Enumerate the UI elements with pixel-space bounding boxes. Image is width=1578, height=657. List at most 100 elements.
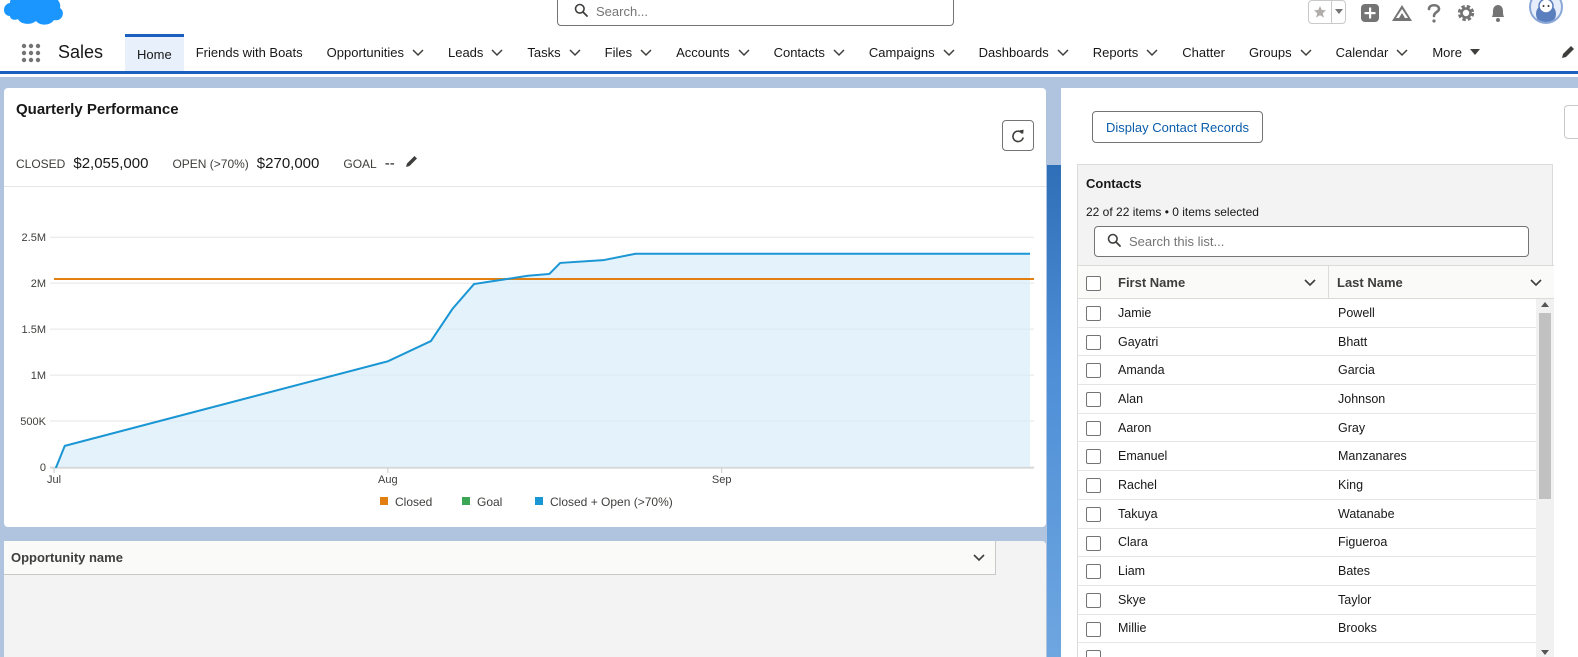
last-name-cell: Watanabe (1338, 506, 1395, 521)
opportunity-name-header[interactable]: Opportunity name (4, 541, 996, 575)
table-row[interactable] (1078, 643, 1536, 657)
table-row[interactable]: Skye Taylor (1078, 586, 1536, 615)
global-header: Search... (0, 0, 1578, 30)
favorites-group (1308, 0, 1346, 24)
table-row[interactable]: Emanuel Manzanares (1078, 442, 1536, 472)
scroll-down-arrow[interactable] (1541, 650, 1549, 655)
nav-tab-campaigns[interactable]: Campaigns (857, 34, 967, 71)
y-tick-label: 2M (31, 278, 46, 290)
table-row[interactable]: Jamie Powell (1078, 299, 1536, 328)
divider (4, 186, 1046, 187)
row-checkbox[interactable] (1086, 334, 1101, 350)
chevron-down-icon[interactable] (1530, 275, 1542, 290)
table-row[interactable]: Gayatri Bhatt (1078, 328, 1536, 357)
nav-tab-contacts[interactable]: Contacts (762, 34, 857, 71)
table-row[interactable]: Takuya Watanabe (1078, 500, 1536, 529)
nav-tab-label: Groups (1248, 45, 1292, 60)
help-icon[interactable] (1418, 3, 1450, 23)
chevron-down-icon[interactable] (412, 48, 424, 57)
nav-tab-label: Tasks (527, 45, 561, 60)
chevron-down-icon[interactable] (640, 48, 652, 57)
first-name-cell: Clara (1118, 535, 1148, 550)
nav-tab-more[interactable]: More (1420, 34, 1492, 71)
chevron-down-icon[interactable] (1396, 48, 1408, 57)
select-all-checkbox[interactable] (1086, 276, 1101, 291)
chevron-down-icon[interactable] (833, 48, 845, 57)
chevron-down-icon[interactable] (1331, 1, 1345, 23)
nav-tab-friends-with-boats[interactable]: Friends with Boats (184, 34, 315, 71)
app-launcher-icon[interactable] (8, 35, 54, 71)
chevron-down-icon[interactable] (569, 48, 581, 57)
row-checkbox[interactable] (1086, 621, 1101, 637)
search-placeholder: Search... (596, 3, 649, 19)
table-row[interactable]: Liam Bates (1078, 557, 1536, 586)
scroll-thumb[interactable] (1539, 313, 1551, 499)
star-icon[interactable] (1309, 1, 1331, 23)
chevron-down-icon[interactable] (1057, 48, 1069, 57)
row-checkbox[interactable] (1086, 592, 1101, 608)
bell-icon[interactable] (1482, 3, 1514, 23)
contacts-scrollbar[interactable] (1536, 299, 1554, 657)
gear-icon[interactable] (1450, 3, 1482, 23)
row-checkbox[interactable] (1086, 392, 1101, 408)
row-checkbox[interactable] (1086, 363, 1101, 379)
chevron-down-icon[interactable] (1300, 48, 1312, 57)
y-tick-label: 1M (31, 370, 46, 382)
open-label: OPEN (>70%) (172, 157, 249, 171)
row-checkbox[interactable] (1086, 449, 1101, 465)
nav-tab-calendar[interactable]: Calendar (1324, 34, 1421, 71)
nav-tab-groups[interactable]: Groups (1237, 34, 1324, 71)
table-row[interactable]: Clara Figueroa (1078, 529, 1536, 558)
last-name-label: Last Name (1337, 274, 1403, 290)
chevron-down-icon[interactable] (1304, 275, 1316, 290)
display-contact-records-button[interactable]: Display Contact Records (1092, 111, 1263, 143)
scroll-up-arrow[interactable] (1541, 302, 1549, 307)
nav-tab-chatter[interactable]: Chatter (1170, 34, 1237, 71)
x-tick-label: Jul (47, 474, 61, 486)
salesforce-cloud-icon[interactable] (0, 0, 66, 33)
last-name-header[interactable]: Last Name (1329, 266, 1554, 298)
chevron-down-icon[interactable] (1469, 49, 1480, 56)
nav-tab-accounts[interactable]: Accounts (664, 34, 761, 71)
table-row[interactable]: Aaron Gray (1078, 414, 1536, 443)
first-name-header[interactable]: First Name (1078, 266, 1329, 298)
chevron-down-icon[interactable] (491, 48, 503, 57)
row-checkbox[interactable] (1086, 564, 1101, 580)
nav-tab-reports[interactable]: Reports (1081, 34, 1171, 71)
edit-goal-icon[interactable] (405, 154, 419, 171)
closed-open-area (54, 253, 1030, 468)
contacts-table-body: Jamie Powell Gayatri Bhatt Amanda Garcia Alan J… (1078, 299, 1536, 657)
edit-nav-icon[interactable] (1560, 44, 1576, 63)
chevron-down-icon[interactable] (1146, 48, 1158, 57)
row-checkbox[interactable] (1086, 506, 1101, 522)
row-checkbox[interactable] (1086, 306, 1101, 321)
plus-icon[interactable] (1354, 3, 1386, 23)
contacts-search-input[interactable]: Search this list... (1094, 226, 1529, 257)
chevron-down-icon[interactable] (973, 550, 985, 565)
table-row[interactable]: Alan Johnson (1078, 385, 1536, 414)
table-row[interactable]: Amanda Garcia (1078, 356, 1536, 386)
nav-tab-tasks[interactable]: Tasks (515, 34, 592, 71)
legend-label: Goal (477, 495, 502, 509)
nav-tab-home[interactable]: Home (125, 34, 184, 71)
nav-tab-label: Reports (1092, 45, 1139, 60)
chevron-down-icon[interactable] (943, 48, 955, 57)
nav-tab-dashboards[interactable]: Dashboards (967, 34, 1081, 71)
refresh-button[interactable] (1002, 120, 1034, 151)
global-search-input[interactable]: Search... (557, 0, 954, 26)
trailhead-icon[interactable] (1386, 3, 1418, 23)
nav-tab-label: Files (604, 45, 633, 60)
nav-tab-leads[interactable]: Leads (436, 34, 515, 71)
row-checkbox[interactable] (1086, 478, 1101, 494)
row-checkbox[interactable] (1086, 650, 1101, 657)
nav-tab-opportunities[interactable]: Opportunities (315, 34, 436, 71)
nav-tab-files[interactable]: Files (593, 34, 664, 71)
table-row[interactable]: Rachel King (1078, 471, 1536, 500)
table-row[interactable]: Millie Brooks (1078, 615, 1536, 644)
utility-tab[interactable] (1564, 105, 1578, 139)
x-tick-label: Sep (712, 474, 732, 486)
chevron-down-icon[interactable] (738, 48, 750, 57)
row-checkbox[interactable] (1086, 420, 1101, 436)
avatar[interactable] (1529, 0, 1563, 24)
row-checkbox[interactable] (1086, 535, 1101, 551)
